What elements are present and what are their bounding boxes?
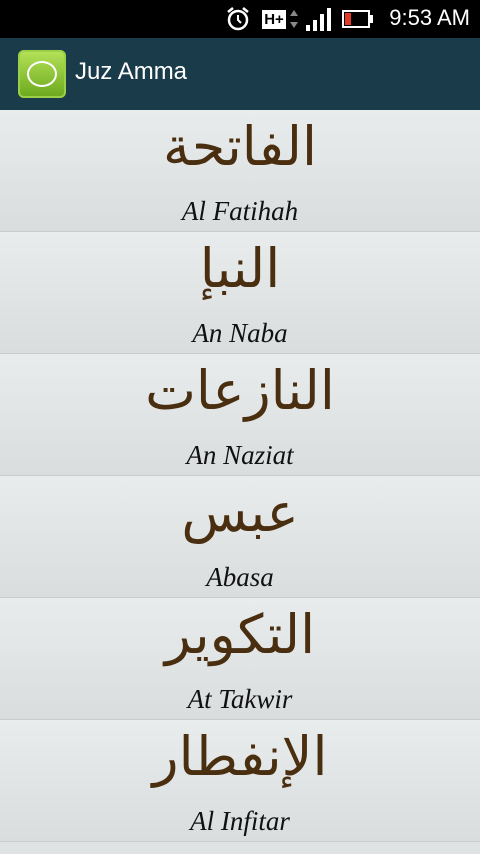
alarm-icon <box>224 7 252 31</box>
surah-list[interactable]: الفاتحة Al Fatihah النبإ An Naba النازعا… <box>0 110 480 854</box>
surah-arabic-name: النازعات <box>145 359 335 422</box>
surah-latin-name: At Takwir <box>187 684 293 714</box>
surah-latin-name: Al Fatihah <box>181 196 299 226</box>
surah-arabic-name: الإنفطار <box>152 725 328 788</box>
clock-time: 9:53 AM <box>389 5 470 30</box>
surah-latin-name: An Naba <box>192 318 288 348</box>
surah-list-item[interactable]: عبس Abasa <box>0 476 480 598</box>
logo-emblem <box>27 61 57 87</box>
surah-latin-name: Abasa <box>206 562 274 592</box>
surah-arabic-name: الفاتحة <box>162 115 318 178</box>
data-activity-icon <box>288 7 300 31</box>
app-title: Juz Amma <box>75 58 188 85</box>
network-type-label: H+ <box>262 9 286 29</box>
surah-arabic-name: النبإ <box>199 237 281 300</box>
surah-list-item[interactable]: النازعات An Naziat <box>0 354 480 476</box>
surah-latin-name: Al Infitar <box>190 806 290 836</box>
status-bar: H+ 9:53 AM <box>0 0 480 38</box>
network-type-icon: H+ <box>262 7 286 31</box>
surah-arabic-name: عبس <box>181 481 299 544</box>
surah-list-item[interactable]: التكوير At Takwir <box>0 598 480 720</box>
surah-list-item[interactable]: النبإ An Naba <box>0 232 480 354</box>
action-bar: Juz Amma <box>0 38 480 110</box>
surah-list-item[interactable]: الفاتحة Al Fatihah <box>0 110 480 232</box>
battery-icon <box>342 7 374 31</box>
surah-list-item[interactable]: الإنفطار Al Infitar <box>0 720 480 842</box>
app-logo-icon[interactable] <box>18 50 66 98</box>
surah-latin-name: An Naziat <box>186 440 294 470</box>
surah-arabic-name: التكوير <box>164 603 316 666</box>
signal-icon <box>303 7 333 31</box>
